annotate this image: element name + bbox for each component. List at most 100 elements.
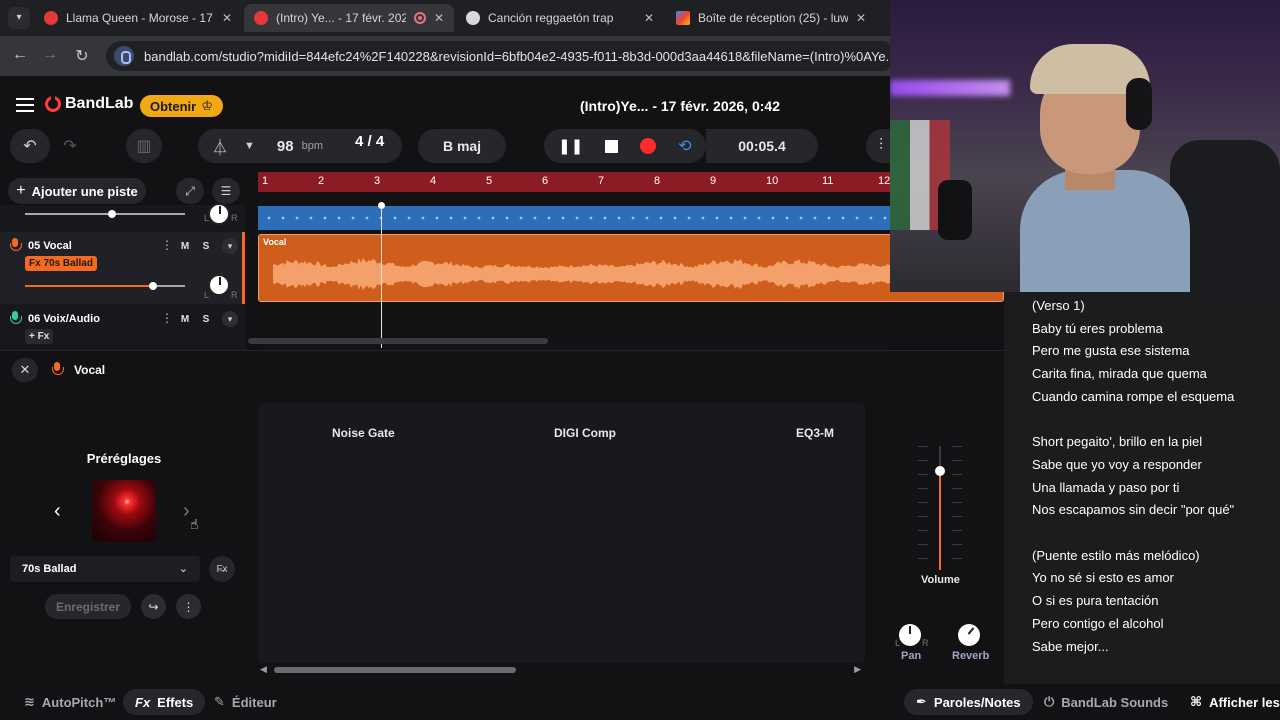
time-value: 00:05.4 [738,138,786,154]
mute-button[interactable]: M [176,311,194,327]
pan-right-label: R [922,638,929,648]
volume-slider-track[interactable] [153,285,185,287]
lyric-line: (Verso 1) [1032,298,1085,313]
tune-icon: ☰ [220,184,232,198]
volume-slider-handle[interactable] [149,282,157,290]
record-icon[interactable] [640,138,657,154]
effect-digi-comp[interactable]: DIGI Comp [554,426,616,440]
lyric-line: Cuando camina rompe el esquema [1032,388,1235,404]
chevron-down-icon: ⌄ [178,563,188,575]
volume-fader-handle[interactable] [935,466,945,476]
playhead[interactable] [381,205,382,348]
close-tab-icon[interactable]: ✕ [222,11,232,25]
effect-eq3-m[interactable]: EQ3-M [796,426,834,440]
effect-noise-gate[interactable]: Noise Gate [332,426,395,440]
redo-icon: ↷ [63,138,77,155]
lyric-line: Una llamada y paso por ti [1032,479,1180,495]
autopitch-tab[interactable]: ≋ AutoPitch™ [12,689,128,715]
scroll-right-icon[interactable]: ▶ [854,664,861,675]
lyric-line: O si es pura tentación [1032,593,1159,609]
browser-tab-active[interactable]: (Intro) Ye... - 17 févr. 2026, 0 ✕ [244,4,454,32]
scroll-left-icon[interactable]: ◀ [260,664,267,675]
forward-arrow-icon[interactable]: → [40,46,60,64]
fx-preset-badge[interactable]: Fx 70s Ballad [25,256,97,271]
solo-button[interactable]: S [197,311,215,327]
lyrics-notes-tab[interactable]: ✒ Paroles/Notes [904,689,1033,715]
volume-fader-fill[interactable] [939,470,941,570]
next-preset-icon[interactable]: › [183,500,190,523]
editor-tab[interactable]: ✎ Éditeur [202,689,289,715]
mute-button[interactable]: M [176,238,194,254]
close-panel-button[interactable]: ✕ [12,358,38,382]
keyboard-button[interactable]: ▥ [126,129,162,163]
browser-tab[interactable]: Canción reggaetón trap ✕ [456,4,664,32]
timeline-scrollbar[interactable] [248,338,548,344]
effects-chain[interactable] [258,403,865,663]
more-options-icon[interactable]: ⋮ [161,238,173,252]
browser-tab[interactable]: Boîte de réception (25) - luwco ✕ [666,4,876,32]
metronome-dropdown-icon[interactable]: ▼ [244,140,255,152]
track-header-vocal[interactable]: 05 Vocal ⋮ M S ▾ Fx 70s Ballad L R [0,232,245,304]
more-options-icon[interactable]: ⋮ [161,311,173,325]
tempo-value[interactable]: 98 [277,138,294,155]
close-tab-icon[interactable]: ✕ [644,11,654,25]
reverb-knob[interactable] [958,624,980,646]
tab-search-button[interactable]: ▾ [8,7,30,29]
pause-icon[interactable]: ❚❚ [558,137,583,155]
preset-dropdown[interactable]: 70s Ballad ⌄ [10,556,200,582]
stop-icon[interactable] [605,139,619,153]
bandlab-sounds-tab[interactable]: ⏻ BandLab Sounds [1032,689,1180,715]
time-signature[interactable]: 4 / 4 [355,133,384,150]
timeline-ruler[interactable]: 1 2 3 4 5 6 7 8 9 10 11 12 [258,172,890,192]
pan-knob[interactable] [208,203,230,225]
back-arrow-icon[interactable]: ← [10,46,30,64]
time-display: 00:05.4 [706,129,818,163]
track-settings-button[interactable]: ☰ [212,178,240,204]
add-track-button[interactable]: + Ajouter une piste [8,178,146,204]
ruler-tick: 10 [766,175,779,187]
loop-icon[interactable]: ⟲ [678,136,691,156]
bandlab-logo[interactable]: BandLab [45,94,133,113]
chevron-down-icon[interactable]: ▾ [222,238,238,254]
solo-button[interactable]: S [197,238,215,254]
tab-title: Boîte de réception (25) - luwco [698,11,848,25]
site-info-icon[interactable] [114,46,134,66]
menu-icon[interactable] [16,98,34,112]
effects-scrollbar-thumb[interactable] [274,667,516,673]
preset-artwork [92,480,156,542]
get-membership-button[interactable]: Obtenir ♔ [140,95,223,117]
show-more-tab[interactable]: ⌘ Afficher les r [1178,689,1280,715]
microphone-icon [10,238,22,252]
volume-slider-handle[interactable] [108,210,116,218]
track-name[interactable]: 05 Vocal [28,240,72,252]
fx-bypass-button[interactable]: F̶x [209,556,235,582]
lyrics-label: Paroles/Notes [933,694,1021,710]
track-header-voix-audio[interactable]: 06 Voix/Audio ⋮ M S ▾ + Fx [0,305,245,350]
more-button[interactable]: ⋮ [176,594,201,619]
mouse-cursor-icon: ☝ [190,516,199,532]
chevron-down-icon[interactable]: ▾ [222,311,238,327]
track-name[interactable]: 06 Voix/Audio [28,313,100,325]
playhead-handle[interactable] [378,202,385,209]
key-selector[interactable]: B maj [418,129,506,163]
close-tab-icon[interactable]: ✕ [856,11,866,25]
browser-tab[interactable]: Llama Queen - Morose - 17 févr ✕ [34,4,242,32]
reload-icon[interactable]: ↻ [72,46,92,66]
save-preset-button[interactable]: Enregistrer [45,594,131,619]
add-fx-button[interactable]: + Fx [25,329,54,344]
url-field[interactable]: bandlab.com/studio?midiId=844efc24%2F140… [106,41,896,71]
volume-slider-fill[interactable] [25,285,153,287]
midi-region[interactable] [258,206,890,230]
screen: ▾ Llama Queen - Morose - 17 févr ✕ (Intr… [0,0,1280,720]
volume-slider-track[interactable] [25,213,185,215]
effects-tab[interactable]: Fx Effets [123,689,206,715]
previous-preset-icon[interactable]: ‹ [54,500,61,523]
automation-button[interactable]: ⤢ [176,178,204,204]
pan-knob[interactable] [208,274,230,296]
project-title[interactable]: (Intro)Ye... - 17 févr. 2026, 0:42 [560,98,800,114]
redo-button[interactable]: ↷ [52,129,88,163]
undo-button[interactable]: ↶ [10,129,50,163]
share-button[interactable]: ↪ [141,594,166,619]
pan-knob[interactable] [899,624,921,646]
close-tab-icon[interactable]: ✕ [434,11,444,25]
